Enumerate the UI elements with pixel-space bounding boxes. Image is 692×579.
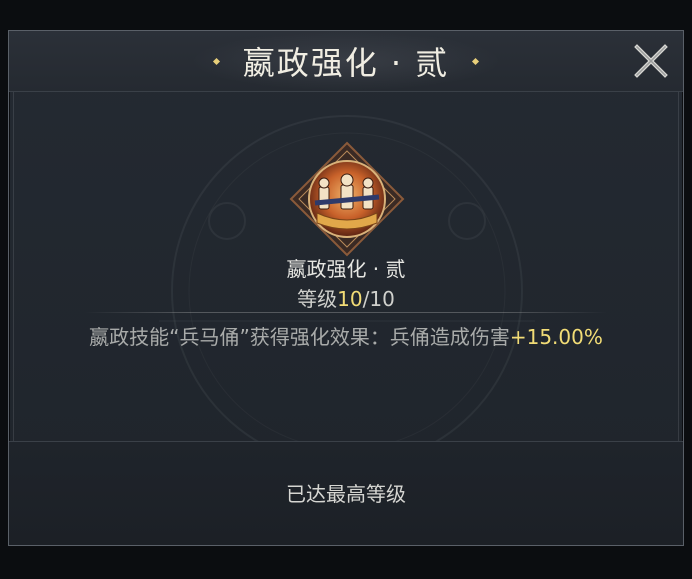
terracotta-warriors-icon <box>289 141 405 257</box>
skill-description: 嬴政技能“兵马俑”获得强化效果：兵俑造成伤害+15.00% <box>9 321 683 350</box>
description-text: 嬴政技能“兵马俑”获得强化效果：兵俑造成伤害 <box>89 325 510 349</box>
title-right-dot-icon <box>472 57 480 65</box>
close-x-icon <box>634 44 668 78</box>
skill-name: 嬴政强化 · 贰 <box>286 257 406 281</box>
skill-upgrade-dialog: 嬴政强化 · 贰 嬴政强化 · 贰 等级10/10 嬴政技能“兵马俑”获得强化效… <box>8 30 684 546</box>
level-label: 等级 <box>297 287 338 311</box>
max-level-status: 已达最高等级 <box>286 482 406 506</box>
dialog-title: 嬴政强化 · 贰 <box>242 44 450 82</box>
level-max: /10 <box>362 287 395 311</box>
skill-level: 等级10/10 <box>9 283 683 312</box>
title-left-dot-icon <box>212 57 220 65</box>
close-button[interactable] <box>627 37 675 85</box>
footer-panel: 已达最高等级 <box>9 441 683 545</box>
level-current: 10 <box>337 287 363 311</box>
description-value: +15.00% <box>509 325 603 349</box>
title-bar: 嬴政强化 · 贰 <box>9 31 683 92</box>
title-row: 嬴政强化 · 贰 <box>9 41 683 82</box>
divider <box>85 312 607 313</box>
